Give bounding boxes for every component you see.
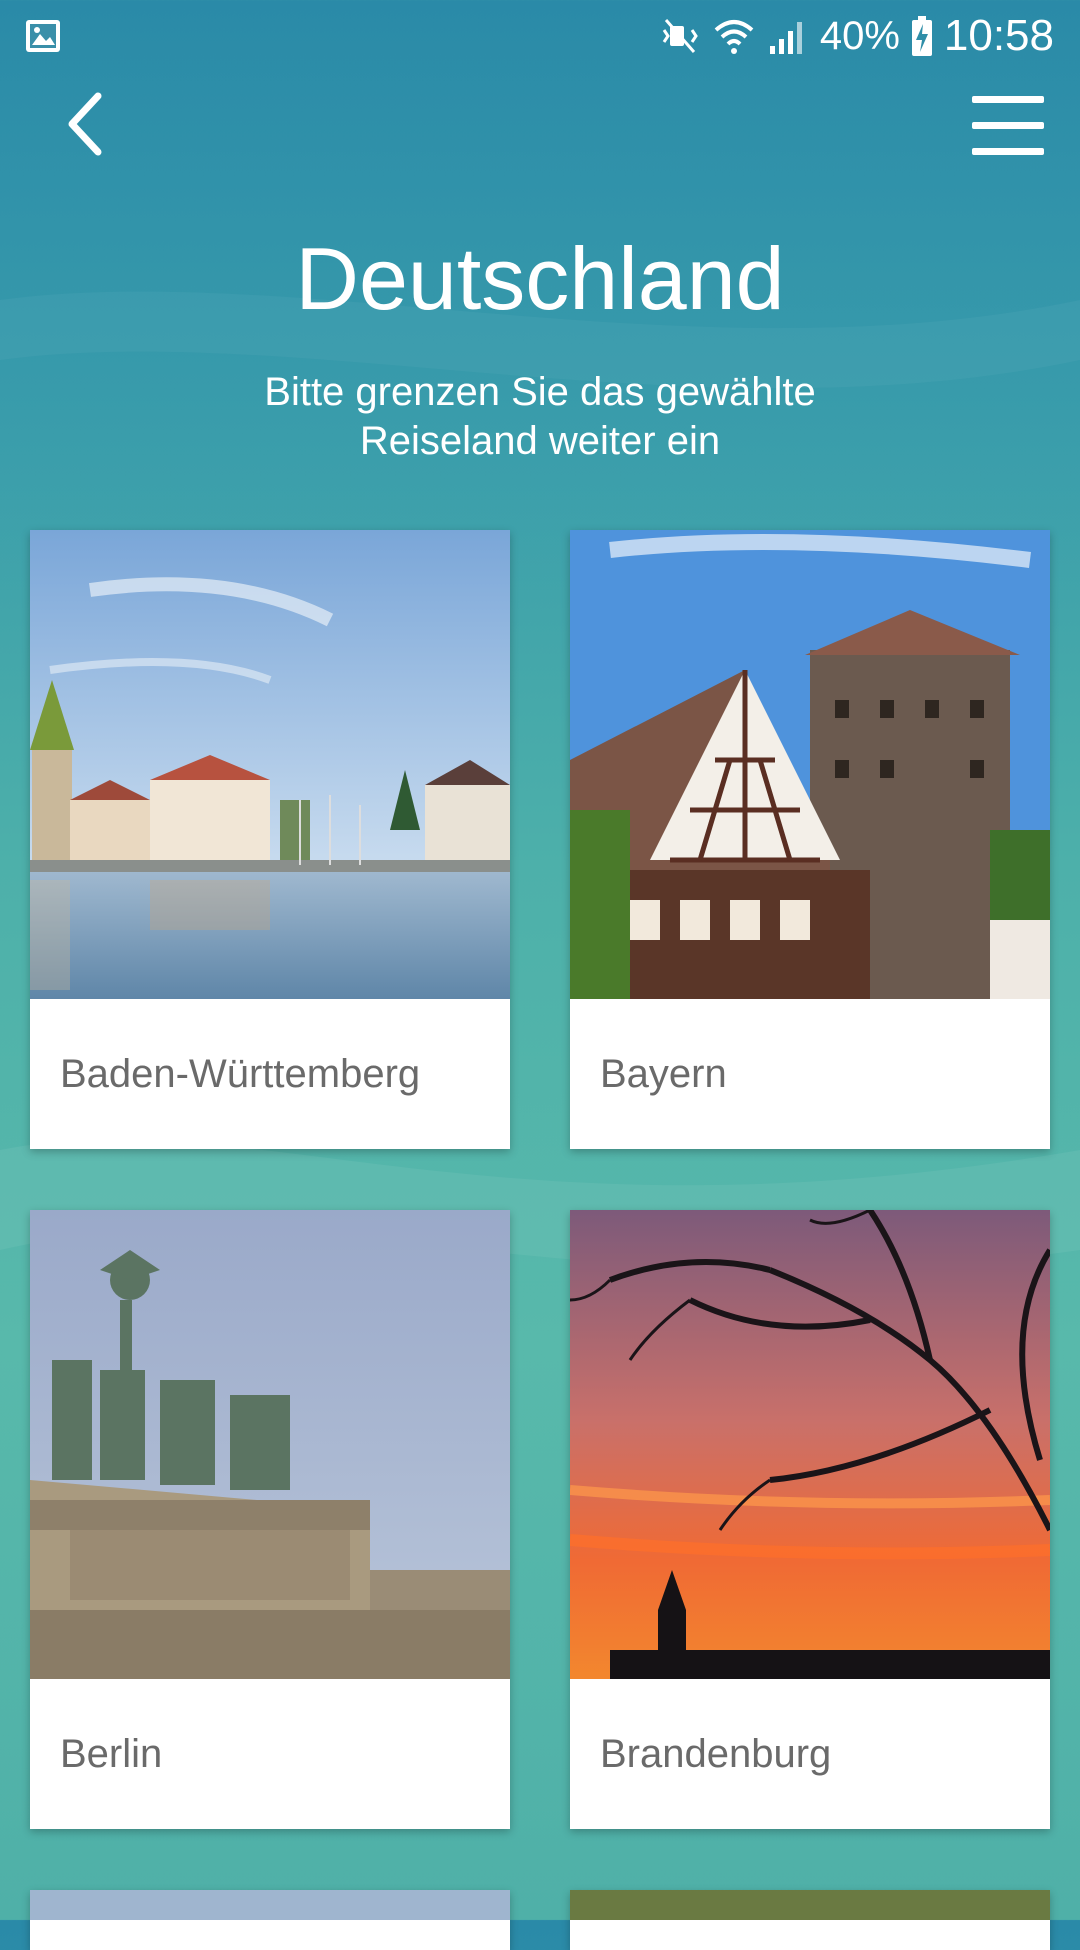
- page-subtitle: Bitte grenzen Sie das gewählte Reiseland…: [264, 370, 816, 463]
- status-bar: 40% 10:58: [0, 0, 1080, 72]
- region-label: Brandenburg: [600, 1731, 832, 1776]
- region-label: Berlin: [60, 1731, 163, 1776]
- gallery-icon: [26, 20, 60, 52]
- mute-icon: [662, 19, 698, 53]
- back-button[interactable]: [56, 88, 112, 160]
- signal-icon: [769, 22, 802, 54]
- region-label: Bayern: [600, 1051, 727, 1096]
- clock: 10:58: [943, 11, 1054, 60]
- region-photo: [570, 1210, 1050, 1679]
- region-card-baden-wuerttemberg[interactable]: Baden-Württemberg: [30, 530, 510, 1149]
- region-card-partial-left[interactable]: [30, 1890, 510, 1950]
- menu-button[interactable]: [972, 96, 1044, 160]
- region-card-bayern[interactable]: Bayern: [570, 530, 1050, 1149]
- region-photo: [30, 1210, 510, 1679]
- region-photo: [30, 530, 510, 999]
- region-photo: [570, 530, 1050, 999]
- region-card-partial-right[interactable]: [570, 1890, 1050, 1950]
- region-label: Baden-Württemberg: [60, 1051, 421, 1096]
- region-card-berlin[interactable]: Berlin: [30, 1210, 510, 1829]
- wifi-icon: [714, 20, 754, 54]
- battery-charging-icon: [911, 16, 932, 56]
- region-card-brandenburg[interactable]: Brandenburg: [570, 1210, 1050, 1829]
- hamburger-icon: [972, 96, 1044, 103]
- page-title: Deutschland: [295, 229, 785, 328]
- battery-percent: 40%: [819, 13, 900, 58]
